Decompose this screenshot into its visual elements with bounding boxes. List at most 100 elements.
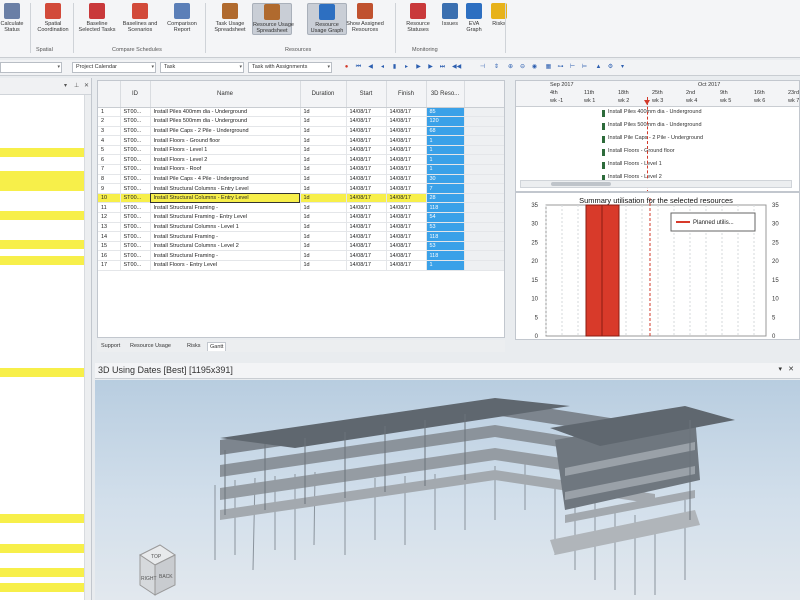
start-cell[interactable]: 14/08/17 bbox=[346, 116, 387, 127]
table-row[interactable]: 11 ST00... Install Structural Framing -1d 1… bbox=[98, 202, 504, 214]
duration-cell[interactable]: 1d bbox=[300, 145, 347, 156]
row-number[interactable]: 5 bbox=[98, 145, 121, 156]
dropdown-icon[interactable]: ▾ bbox=[778, 365, 782, 373]
highlighted-row[interactable] bbox=[0, 148, 84, 157]
table-row[interactable]: 1 ST00... Install Piles 400mm dia - Underg… bbox=[98, 107, 504, 118]
resources-header[interactable]: 3D Reso... bbox=[426, 81, 465, 108]
name-cell[interactable]: Install Floors - Level 1 bbox=[150, 145, 301, 156]
resources-cell[interactable]: 53 bbox=[426, 222, 465, 233]
resources-cell[interactable]: 1 bbox=[426, 145, 465, 156]
duration-cell[interactable]: 1d bbox=[300, 250, 347, 261]
ribbon-button-risks[interactable]: Risks bbox=[479, 3, 519, 27]
highlighted-row[interactable] bbox=[0, 256, 84, 265]
finish-cell[interactable]: 14/08/17 bbox=[386, 107, 427, 118]
tab-risks[interactable]: Risks bbox=[185, 342, 202, 350]
start-cell[interactable]: 14/08/17 bbox=[346, 193, 387, 204]
prev-icon[interactable]: ◀ bbox=[366, 63, 375, 72]
duration-header[interactable]: Duration bbox=[300, 81, 347, 108]
finish-cell[interactable]: 14/08/17 bbox=[386, 241, 427, 252]
row-number[interactable]: 8 bbox=[98, 174, 121, 185]
next-icon[interactable]: ▶ bbox=[426, 63, 435, 72]
row-number[interactable]: 14 bbox=[98, 231, 121, 242]
table-row[interactable]: 13 ST00... Install Structural Columns - Le… bbox=[98, 222, 504, 233]
duration-cell[interactable]: 1d bbox=[300, 107, 347, 118]
row-number[interactable]: 6 bbox=[98, 154, 121, 166]
id-cell[interactable]: ST00... bbox=[120, 231, 151, 242]
name-cell[interactable]: Install Floors - Ground floor bbox=[150, 135, 301, 146]
first-icon[interactable]: ⏮ bbox=[354, 63, 363, 72]
play-icon[interactable]: ▶ bbox=[414, 63, 423, 72]
name-cell[interactable]: Install Structural Columns - Level 1 bbox=[150, 222, 301, 233]
table-row[interactable]: 5 ST00... Install Floors - Level 1 1d 14/08/… bbox=[98, 145, 504, 156]
table-row[interactable]: 2 ST00... Install Piles 500mm dia - Underg… bbox=[98, 116, 504, 127]
start-cell[interactable]: 14/08/17 bbox=[346, 154, 387, 166]
ribbon-button-task-usage[interactable]: Task Usage Spreadsheet bbox=[210, 3, 250, 33]
pause-icon[interactable]: ▮ bbox=[390, 63, 399, 72]
duration-cell[interactable]: 1d bbox=[300, 231, 347, 242]
duration-cell[interactable]: 1d bbox=[300, 154, 347, 166]
scrollbar[interactable] bbox=[84, 95, 91, 600]
resources-cell[interactable]: 68 bbox=[426, 126, 465, 137]
row-number[interactable]: 1 bbox=[98, 107, 121, 118]
tab-resource-usage[interactable]: Resource Usage bbox=[128, 342, 173, 350]
resources-cell[interactable]: 28 bbox=[426, 193, 465, 204]
auto-hide-icon[interactable]: ⊥ bbox=[74, 82, 79, 89]
ribbon-button-baseline[interactable]: Baseline Selected Tasks bbox=[77, 3, 117, 33]
finish-cell[interactable]: 14/08/17 bbox=[386, 183, 427, 194]
row-number[interactable]: 11 bbox=[98, 202, 121, 214]
name-cell[interactable]: Install Piles 400mm dia - Underground bbox=[150, 107, 301, 118]
start-cell[interactable]: 14/08/17 bbox=[346, 260, 387, 271]
finish-cell[interactable]: 14/08/17 bbox=[386, 126, 427, 137]
step-back-icon[interactable]: ◂ bbox=[378, 63, 387, 72]
zoom-fit-icon[interactable]: ◉ bbox=[530, 63, 539, 72]
ribbon-button-usage-graph[interactable]: Resource Usage Graph bbox=[307, 3, 347, 35]
duration-cell[interactable]: 1d bbox=[300, 241, 347, 252]
duration-cell[interactable]: 1d bbox=[300, 116, 347, 127]
row-number[interactable]: 3 bbox=[98, 126, 121, 137]
duration-cell[interactable]: 1d bbox=[300, 222, 347, 233]
id-cell[interactable]: ST00... bbox=[120, 174, 151, 185]
duration-cell[interactable]: 1d bbox=[300, 202, 347, 214]
highlighted-row[interactable] bbox=[0, 171, 84, 191]
row-number[interactable]: 12 bbox=[98, 212, 121, 223]
duration-cell[interactable]: 1d bbox=[300, 260, 347, 271]
start-cell[interactable]: 14/08/17 bbox=[346, 183, 387, 194]
left-combo[interactable]: ▾ bbox=[0, 62, 62, 73]
split-icon[interactable]: ⊣ bbox=[478, 63, 487, 72]
id-cell[interactable]: ST00... bbox=[120, 260, 151, 271]
resources-cell[interactable]: 1 bbox=[426, 154, 465, 166]
row-number[interactable]: 15 bbox=[98, 241, 121, 252]
view-select[interactable]: Task with Assignments ▾ bbox=[248, 62, 332, 73]
resources-cell[interactable]: 53 bbox=[426, 241, 465, 252]
ribbon-button-report[interactable]: Comparison Report bbox=[162, 3, 202, 33]
resources-cell[interactable]: 120 bbox=[426, 116, 465, 127]
record-icon[interactable]: ● bbox=[342, 63, 351, 72]
resources-cell[interactable]: 118 bbox=[426, 231, 465, 242]
resources-cell[interactable]: 1 bbox=[426, 164, 465, 175]
calendar-icon[interactable]: ▦ bbox=[544, 63, 553, 72]
paint-icon[interactable]: ▲ bbox=[594, 63, 603, 72]
id-cell[interactable]: ST00... bbox=[120, 145, 151, 156]
start-cell[interactable]: 14/08/17 bbox=[346, 222, 387, 233]
step-forward-icon[interactable]: ▸ bbox=[402, 63, 411, 72]
name-cell[interactable]: Install Pile Caps - 2 Pile - Underground bbox=[150, 126, 301, 137]
id-cell[interactable]: ST00... bbox=[120, 250, 151, 261]
rewind-icon[interactable]: ◀◀ bbox=[452, 63, 461, 72]
gantt-task-bar[interactable] bbox=[602, 162, 605, 169]
id-cell[interactable]: ST00... bbox=[120, 241, 151, 252]
finish-cell[interactable]: 14/08/17 bbox=[386, 164, 427, 175]
finish-cell[interactable]: 14/08/17 bbox=[386, 250, 427, 261]
align-icon[interactable]: ⊨ bbox=[580, 63, 589, 72]
id-cell[interactable]: ST00... bbox=[120, 222, 151, 233]
table-row[interactable]: 12 ST00... Install Structural Framing - En… bbox=[98, 212, 504, 223]
name-cell[interactable]: Install Floors - Level 2 bbox=[150, 154, 301, 166]
last-icon[interactable]: ⏭ bbox=[438, 63, 447, 72]
tab-support[interactable]: Support bbox=[99, 342, 122, 350]
duration-cell[interactable]: 1d bbox=[300, 193, 347, 204]
id-cell[interactable]: ST00... bbox=[120, 116, 151, 127]
highlighted-row[interactable] bbox=[0, 568, 84, 577]
resources-cell[interactable]: 118 bbox=[426, 202, 465, 214]
ribbon-button-spatial[interactable]: Spatial Coordination bbox=[33, 3, 73, 33]
finish-cell[interactable]: 14/08/17 bbox=[386, 260, 427, 271]
table-row[interactable]: 17 ST00... Install Floors - Entry Level 1d 1… bbox=[98, 260, 504, 271]
